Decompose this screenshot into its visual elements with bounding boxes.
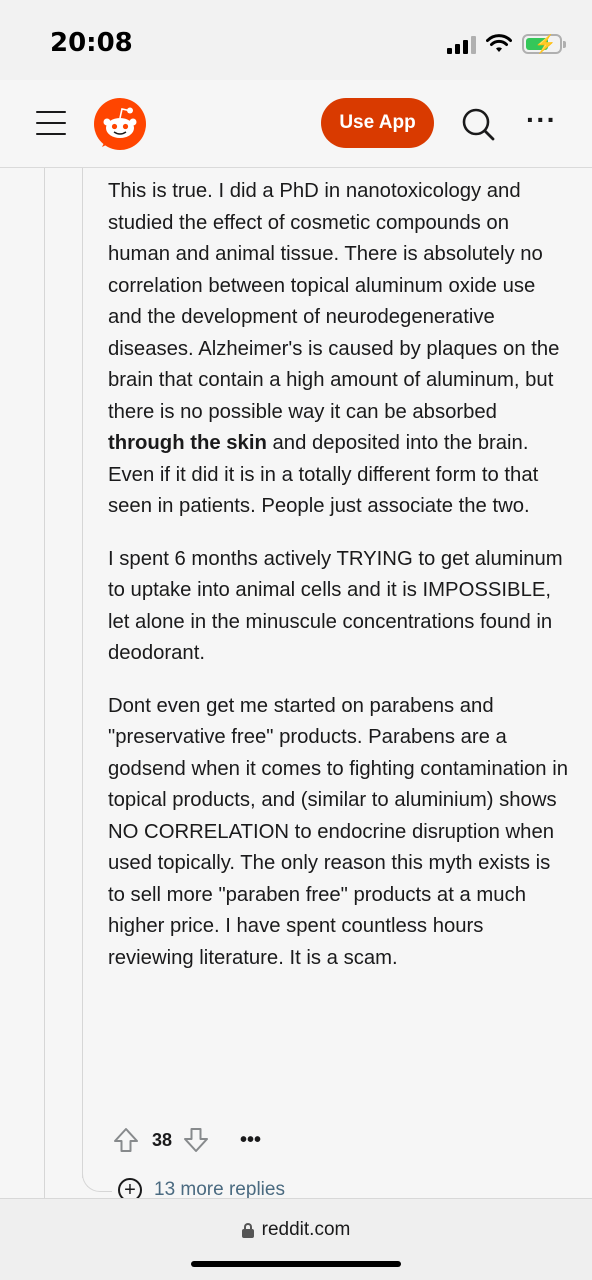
thread-connector xyxy=(82,1150,112,1192)
downvote-icon[interactable] xyxy=(182,1126,210,1154)
comment-actions: 38 ••• xyxy=(112,1124,261,1156)
more-icon[interactable]: ··· xyxy=(526,106,557,134)
vote-score: 38 xyxy=(152,1129,173,1150)
thread-line[interactable] xyxy=(82,168,83,1178)
use-app-button[interactable]: Use App xyxy=(321,98,434,148)
wifi-icon xyxy=(486,34,512,52)
signal-icon xyxy=(447,34,476,54)
url-display[interactable]: reddit.com xyxy=(0,1219,592,1241)
browser-address-bar[interactable]: reddit.com xyxy=(0,1198,592,1280)
comment-more-button[interactable]: ••• xyxy=(240,1129,261,1152)
search-icon[interactable] xyxy=(460,106,496,142)
status-bar: 20:08 ⚡ xyxy=(0,0,592,80)
status-time: 20:08 xyxy=(50,28,133,58)
url-text: reddit.com xyxy=(261,1219,351,1240)
menu-icon[interactable] xyxy=(36,111,66,135)
comment-paragraph: I spent 6 months actively TRYING to get … xyxy=(108,547,563,665)
comment-paragraph: Dont even get me started on parabens and… xyxy=(108,694,568,969)
reddit-logo-icon[interactable] xyxy=(94,98,146,150)
comment-paragraph: This is true. I did a PhD in nanotoxicol… xyxy=(108,180,560,517)
bold-text: through the skin xyxy=(108,432,267,454)
thread-line[interactable] xyxy=(44,168,45,1198)
lock-icon xyxy=(241,1223,254,1238)
upvote-icon[interactable] xyxy=(112,1126,140,1154)
battery-icon: ⚡ xyxy=(522,34,566,54)
comment-body: This is true. I did a PhD in nanotoxicol… xyxy=(108,176,568,995)
status-icons: ⚡ xyxy=(447,34,566,54)
home-indicator[interactable] xyxy=(191,1261,401,1267)
top-nav: Use App ··· xyxy=(0,80,592,168)
